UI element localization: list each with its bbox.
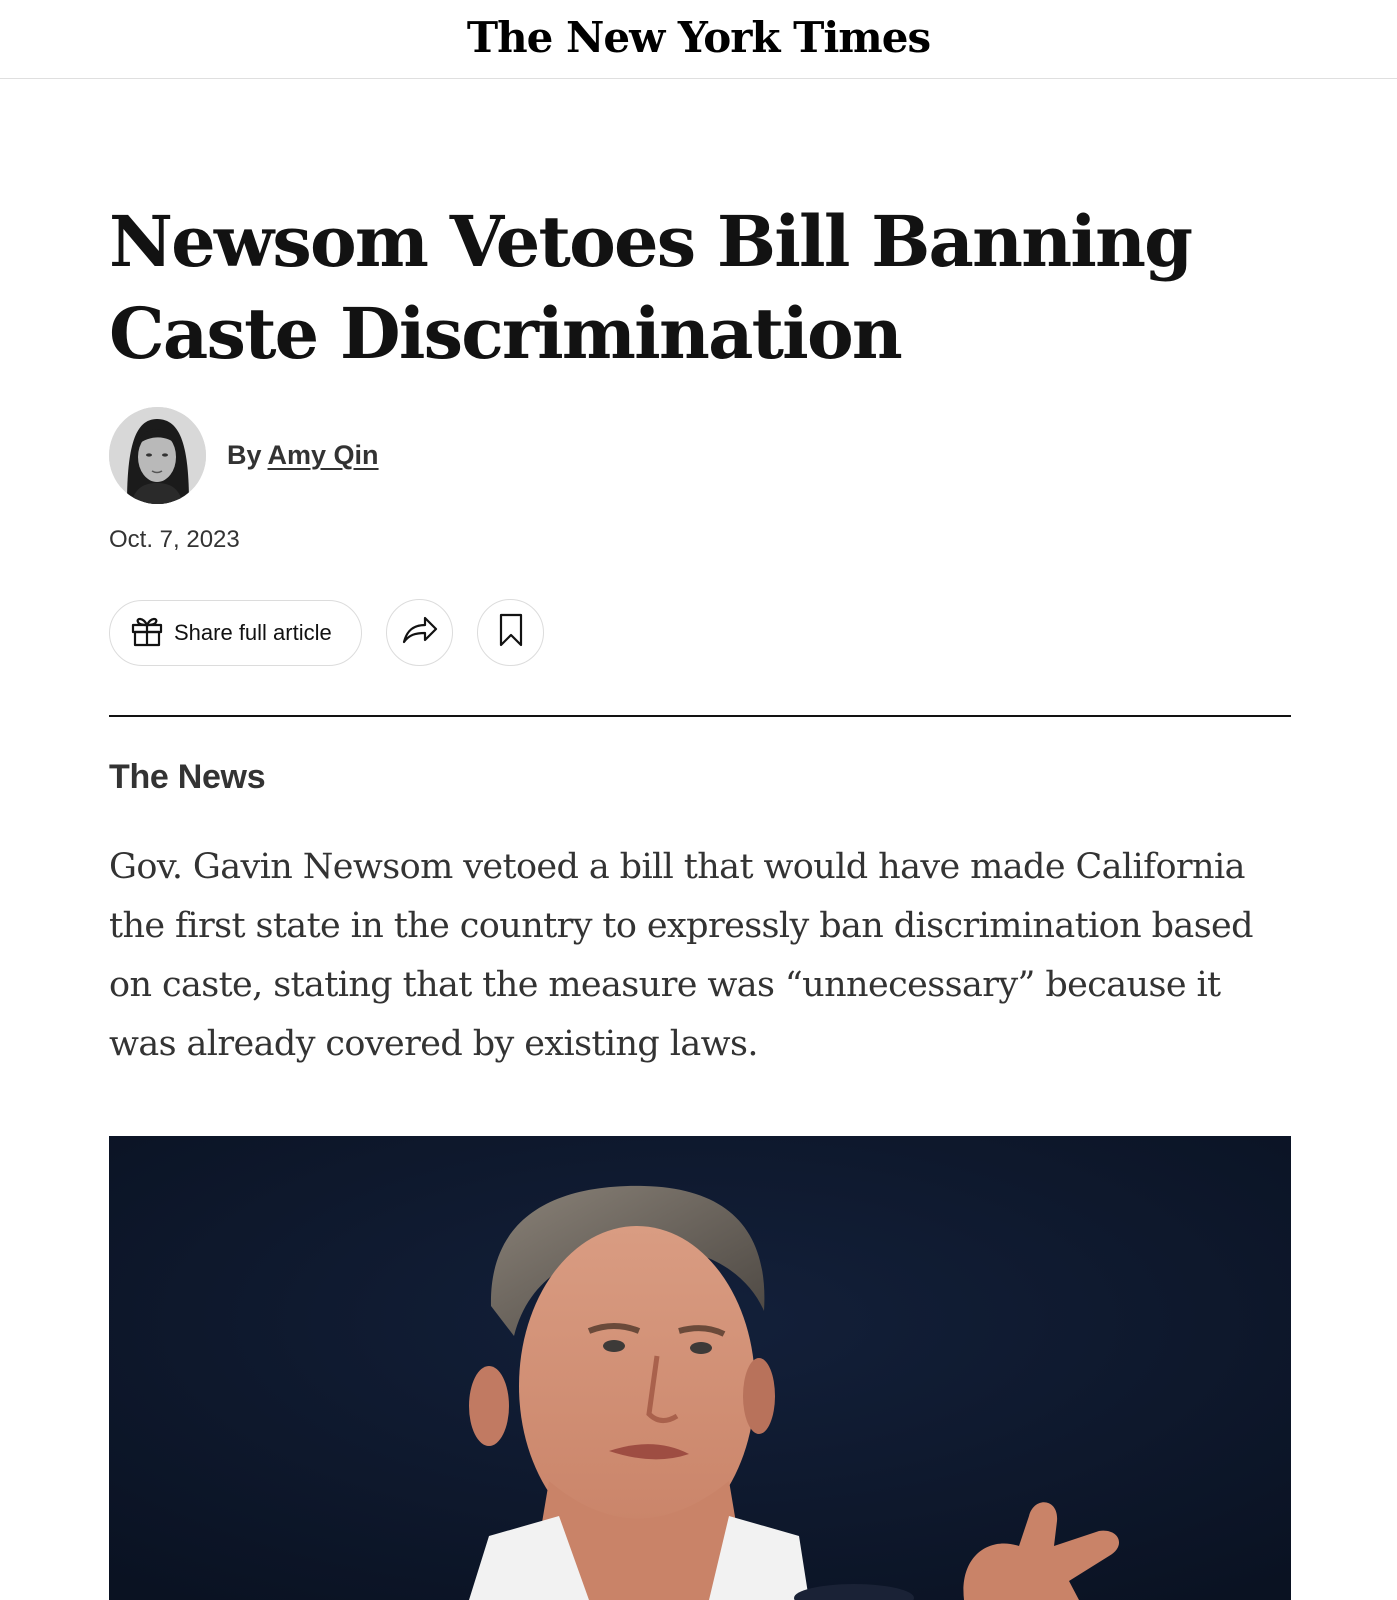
section-divider xyxy=(109,715,1291,717)
share-button[interactable] xyxy=(386,599,453,666)
author-link[interactable]: Amy Qin xyxy=(268,440,379,470)
gift-icon xyxy=(130,613,164,652)
lead-photo xyxy=(109,1136,1291,1600)
masthead: The New York Times xyxy=(0,0,1397,79)
share-button-label: Share full article xyxy=(174,619,332,645)
author-avatar[interactable] xyxy=(109,406,206,504)
article-summary: Gov. Gavin Newsom vetoed a bill that wou… xyxy=(109,847,1254,1064)
article-actions: Share full article xyxy=(109,599,544,666)
byline-text: By Amy Qin xyxy=(227,440,379,471)
share-full-article-button[interactable]: Share full article xyxy=(109,599,362,666)
headline: Newsom Vetoes Bill Banning Caste Discrim… xyxy=(109,200,1193,375)
section-heading: The News xyxy=(109,758,266,796)
bookmark-icon xyxy=(498,613,524,652)
author-portrait xyxy=(109,406,206,504)
nyt-logo[interactable]: The New York Times xyxy=(467,17,931,59)
lead-photo-image xyxy=(109,1136,1291,1600)
byline: By Amy Qin xyxy=(109,406,379,504)
forward-arrow-icon xyxy=(401,614,439,651)
byline-prefix: By xyxy=(227,439,262,470)
publish-date: Oct. 7, 2023 xyxy=(109,526,240,553)
save-article-button[interactable] xyxy=(477,599,544,666)
